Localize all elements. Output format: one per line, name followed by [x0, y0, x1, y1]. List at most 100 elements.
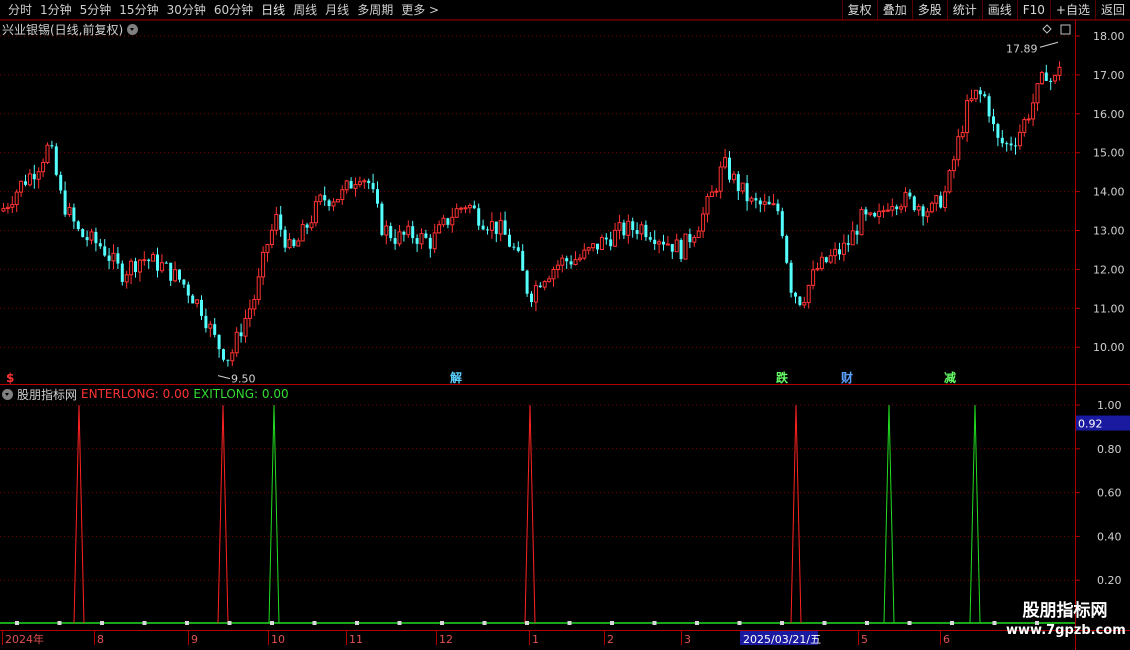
candle — [701, 207, 706, 238]
candle — [309, 215, 314, 231]
candle-body — [714, 190, 719, 193]
candle — [503, 211, 507, 235]
candle-body — [838, 249, 841, 255]
candle-body — [182, 279, 186, 285]
candle-body — [841, 242, 846, 255]
candle — [705, 193, 710, 223]
candle — [467, 203, 472, 214]
candle-body — [234, 331, 239, 354]
candle — [635, 222, 639, 240]
price-tick-label: 10.00 — [1093, 341, 1125, 354]
candle-body — [653, 239, 657, 244]
candle-body — [828, 255, 833, 263]
candle — [992, 108, 995, 132]
candle — [877, 203, 882, 225]
candle-body — [789, 262, 793, 293]
candle-body — [269, 229, 274, 245]
candle-body — [362, 180, 367, 183]
candle-body — [908, 192, 912, 197]
candle-body — [728, 157, 731, 180]
candle-body — [89, 231, 94, 241]
indicator-name[interactable]: 股朋指标网 — [17, 386, 77, 403]
candle-body — [389, 225, 393, 239]
event-marker-1: 解 — [450, 370, 462, 385]
candle-body — [151, 254, 156, 262]
candle — [551, 266, 556, 287]
candle-body — [428, 237, 432, 249]
candle — [864, 206, 868, 221]
candle-body — [635, 229, 639, 234]
candle-body — [103, 246, 107, 256]
candle-body — [32, 173, 36, 180]
candle-body — [921, 206, 925, 217]
candle-body — [14, 191, 19, 206]
candle — [137, 259, 142, 282]
candle — [50, 140, 54, 149]
candle — [516, 241, 520, 253]
enterlong-spike — [790, 404, 802, 624]
candle — [327, 198, 331, 211]
candle — [586, 246, 591, 255]
candle — [521, 244, 525, 271]
candle — [679, 238, 683, 262]
candle-body — [1000, 137, 1004, 144]
date-label-6: 1 — [532, 633, 539, 646]
kline-chart[interactable]: 18.0017.0016.0015.0014.0013.0012.0011.00… — [0, 0, 1130, 650]
event-marker-4: 减 — [944, 370, 956, 385]
candle-body — [63, 190, 67, 215]
candle-body — [815, 268, 820, 271]
candle-body — [36, 171, 41, 180]
candle — [802, 296, 807, 309]
candle — [978, 87, 982, 103]
date-label-9: 2025/03/21/五 — [743, 633, 821, 646]
baseline-dot — [907, 621, 912, 625]
candle — [762, 193, 767, 212]
candle — [335, 198, 340, 203]
indicator-dropdown-icon[interactable] — [2, 388, 13, 400]
candle — [1, 203, 6, 213]
candle — [767, 196, 771, 205]
candle — [5, 203, 10, 214]
candle-body — [494, 221, 498, 234]
candle — [508, 228, 511, 248]
candle — [489, 212, 494, 239]
date-label-10: 5 — [861, 633, 868, 646]
candle-body — [929, 202, 934, 213]
candle — [850, 221, 855, 246]
candle-body — [19, 180, 24, 193]
candle — [274, 206, 279, 236]
candle — [714, 188, 719, 197]
candle-body — [252, 299, 257, 310]
candle-body — [736, 174, 740, 192]
candle-body — [864, 209, 868, 215]
watermark-name: 股朋指标网 — [1022, 601, 1108, 621]
candle — [903, 187, 908, 212]
candle-body — [538, 285, 542, 288]
candle — [873, 211, 877, 218]
candle — [530, 291, 533, 307]
candle — [604, 233, 608, 245]
candle-body — [679, 239, 683, 260]
candle — [631, 217, 635, 238]
candle-body — [670, 244, 674, 252]
candle — [349, 177, 353, 189]
candle — [357, 176, 362, 188]
candle — [261, 246, 266, 285]
candle — [459, 206, 464, 214]
candle — [709, 185, 714, 197]
candle — [234, 327, 239, 357]
indicator-tick-label: 0.80 — [1097, 443, 1122, 456]
candle-body — [24, 181, 27, 185]
candle-body — [794, 292, 797, 297]
diamond-icon — [1042, 24, 1052, 34]
candle-body — [622, 222, 626, 236]
candle — [41, 158, 46, 178]
candle — [560, 254, 565, 273]
candle-body — [696, 230, 701, 238]
candle-body — [877, 210, 882, 217]
price-tick-label: 17.00 — [1093, 69, 1125, 82]
indicator-tick-label: 1.00 — [1097, 399, 1122, 412]
candle-body — [72, 207, 76, 222]
candle — [833, 242, 838, 265]
candle-body — [859, 208, 864, 236]
